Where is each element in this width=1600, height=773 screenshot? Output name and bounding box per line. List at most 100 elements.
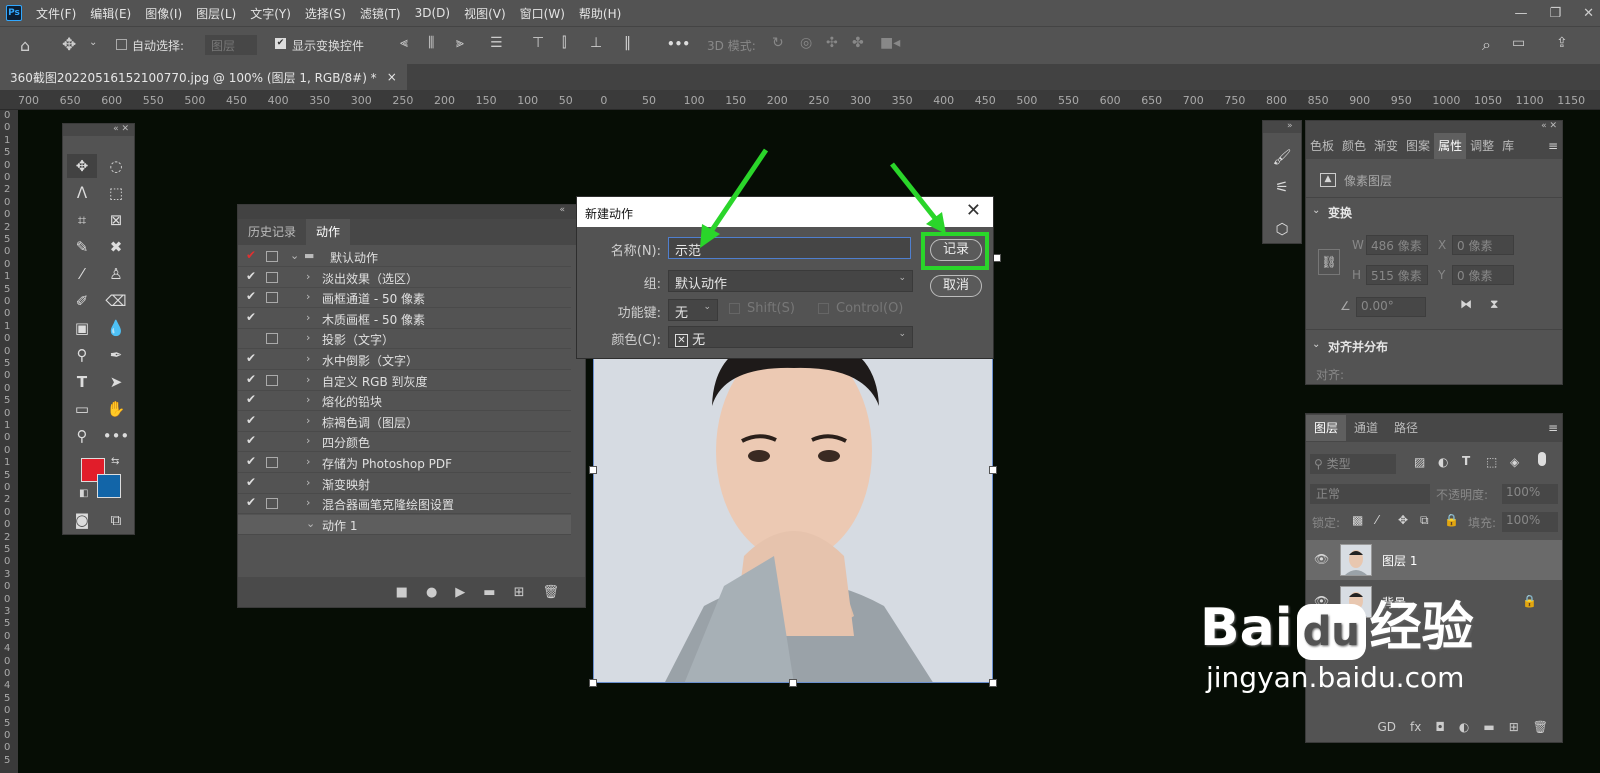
new-set-icon[interactable]: ▬ — [483, 585, 495, 600]
panel-menu-icon[interactable]: ≡ — [1548, 421, 1562, 435]
transform-handle-left[interactable] — [589, 466, 597, 474]
tab-history[interactable]: 历史记录 — [238, 219, 306, 245]
tab-color[interactable]: 颜色 — [1338, 133, 1370, 159]
filter-pixel-icon[interactable]: ▨ — [1414, 455, 1425, 469]
dodge-icon[interactable]: ⚲ — [67, 343, 97, 367]
action-row[interactable]: ✔ › 四分颜色 — [238, 432, 571, 453]
move-tool-icon[interactable]: ✥ — [62, 35, 76, 55]
dialog-toggle-icon[interactable] — [266, 333, 278, 345]
stop-icon[interactable]: ■ — [396, 585, 408, 600]
eraser-icon[interactable]: ⌫ — [101, 289, 131, 313]
stamp-icon[interactable]: ♙ — [101, 262, 131, 286]
align-left-icon[interactable]: ⫷ — [400, 35, 408, 51]
tab-actions[interactable]: 动作 — [306, 219, 351, 245]
action-row[interactable]: ✔ › 渐变映射 — [238, 474, 571, 494]
healing-icon[interactable]: ✖ — [101, 235, 131, 259]
menu-filter[interactable]: 滤镜(T) — [360, 5, 401, 22]
visibility-eye-icon[interactable]: 👁 — [1314, 552, 1329, 566]
toggle-check-icon[interactable]: ✔ — [246, 269, 260, 283]
lock-artboard-icon[interactable]: ⧉ — [1420, 513, 1429, 528]
chevron-right-icon[interactable]: › — [306, 373, 310, 386]
toggle-check-icon[interactable]: ✔ — [246, 495, 260, 509]
menu-edit[interactable]: 编辑(E) — [90, 5, 131, 22]
transform-handle-bottom[interactable] — [789, 679, 797, 687]
control-checkbox[interactable] — [818, 303, 829, 314]
chevron-down-icon[interactable]: ⌄ — [306, 517, 315, 530]
adjustments-icon[interactable]: ⚟ — [1267, 175, 1297, 199]
eyedropper-icon[interactable]: ✎ — [67, 235, 97, 259]
lock-all-icon[interactable]: 🔒 — [1444, 513, 1459, 527]
delete-icon[interactable]: 🗑 — [542, 585, 559, 600]
type-tool-icon[interactable]: T — [67, 370, 97, 394]
minimize-icon[interactable]: — — [1514, 6, 1527, 21]
action-row[interactable]: ⌄ 动作 1 — [238, 514, 571, 535]
menu-file[interactable]: 文件(F) — [36, 5, 76, 22]
move-tool-icon[interactable]: ✥ — [67, 154, 97, 178]
action-row[interactable]: ✔ › 木质画框 - 50 像素 — [238, 309, 571, 329]
auto-select-dropdown[interactable]: 图层 — [205, 35, 257, 55]
angle-input[interactable]: 0.00° — [1356, 297, 1426, 317]
blend-mode-dropdown[interactable]: 正常 — [1310, 484, 1430, 504]
toggle-check-icon[interactable]: ✔ — [246, 372, 260, 386]
layer-filter-dropdown[interactable]: ⚲ 类型 — [1310, 454, 1396, 474]
action-row[interactable]: ✔ ⌄ ▬ 默认动作 — [238, 247, 571, 267]
link-layers-icon[interactable]: GD — [1378, 720, 1397, 734]
filter-smart-icon[interactable]: ◈ — [1510, 455, 1519, 469]
home-icon[interactable]: ⌂ — [20, 36, 30, 55]
toggle-check-icon[interactable]: ✔ — [246, 454, 260, 468]
align-middle-icon[interactable]: ⫿ — [562, 35, 566, 51]
history-brush-icon[interactable]: ✐ — [67, 289, 97, 313]
crop-tool-icon[interactable]: ⌗ — [67, 208, 97, 232]
panel-menu-icon[interactable]: ≡ — [1548, 139, 1562, 153]
cancel-button[interactable]: 取消 — [930, 275, 982, 297]
blur-icon[interactable]: 💧 — [101, 316, 131, 340]
lasso-tool-icon[interactable]: ᐱ — [67, 181, 97, 205]
dialog-toggle-icon[interactable] — [266, 498, 278, 510]
chevron-down-icon[interactable]: ⌄ — [1312, 205, 1320, 216]
toggle-check-icon[interactable]: ✔ — [246, 433, 260, 447]
action-row[interactable]: ✔ › 画框通道 - 50 像素 — [238, 288, 571, 309]
shift-checkbox[interactable] — [729, 303, 740, 314]
action-row[interactable]: ✔ › 存储为 Photoshop PDF — [238, 453, 571, 473]
toggle-check-icon[interactable]: ✔ — [246, 392, 260, 406]
menu-image[interactable]: 图像(I) — [145, 5, 182, 22]
transform-handle-bottom-left[interactable] — [589, 679, 597, 687]
align-center-icon[interactable]: ⫼ — [428, 35, 434, 51]
opacity-input[interactable]: 100% — [1502, 484, 1558, 504]
search-icon[interactable]: ⌕ — [1482, 35, 1491, 55]
lock-transparent-icon[interactable]: ▩ — [1352, 513, 1363, 527]
brush-icon[interactable]: ⁄ — [67, 262, 97, 286]
chevron-right-icon[interactable]: › — [306, 270, 310, 283]
action-row[interactable]: ✔ › 混合器画笔克隆绘图设置 — [238, 494, 571, 515]
chevron-right-icon[interactable]: › — [306, 311, 310, 324]
distribute-icon[interactable]: ☰ — [490, 35, 503, 51]
chevron-down-icon[interactable]: ⌄ — [290, 249, 299, 262]
y-input[interactable]: 0 像素 — [1452, 265, 1514, 285]
link-icon[interactable]: ⛓ — [1318, 249, 1340, 275]
more-options-icon[interactable]: ••• — [667, 37, 690, 51]
dialog-toggle-icon[interactable] — [266, 457, 278, 468]
layer-row-layer1[interactable]: 👁 图层 1 — [1306, 540, 1562, 580]
brush-preset-icon[interactable]: 🖌 — [1267, 145, 1297, 169]
delete-layer-icon[interactable]: 🗑 — [1533, 720, 1548, 734]
new-group-icon[interactable]: ▬ — [1483, 720, 1494, 734]
fill-input[interactable]: 100% — [1502, 512, 1558, 532]
quick-mask-icon[interactable]: ◙ — [67, 508, 97, 532]
chevron-right-icon[interactable]: › — [306, 434, 310, 447]
3d-scale-icon[interactable]: ■◂ — [880, 35, 900, 51]
menu-view[interactable]: 视图(V) — [464, 5, 506, 22]
dialog-toggle-icon[interactable] — [266, 374, 278, 386]
tab-channels[interactable]: 通道 — [1346, 415, 1386, 441]
menu-type[interactable]: 文字(Y) — [250, 5, 291, 22]
dialog-toggle-icon[interactable] — [266, 271, 278, 283]
rectangle-icon[interactable]: ▭ — [67, 397, 97, 421]
tab-layers[interactable]: 图层 — [1306, 415, 1347, 441]
chevron-right-icon[interactable]: › — [306, 476, 310, 489]
filter-adjust-icon[interactable]: ◐ — [1438, 455, 1448, 469]
tab-properties[interactable]: 属性 — [1434, 133, 1467, 159]
tab-swatches[interactable]: 色板 — [1306, 133, 1338, 159]
distribute-v-icon[interactable]: ‖ — [624, 35, 631, 51]
3d-pan-icon[interactable]: ✣ — [826, 35, 838, 51]
default-colors-icon[interactable]: ◧ — [79, 488, 88, 499]
lock-position-icon[interactable]: ✥ — [1398, 513, 1408, 527]
